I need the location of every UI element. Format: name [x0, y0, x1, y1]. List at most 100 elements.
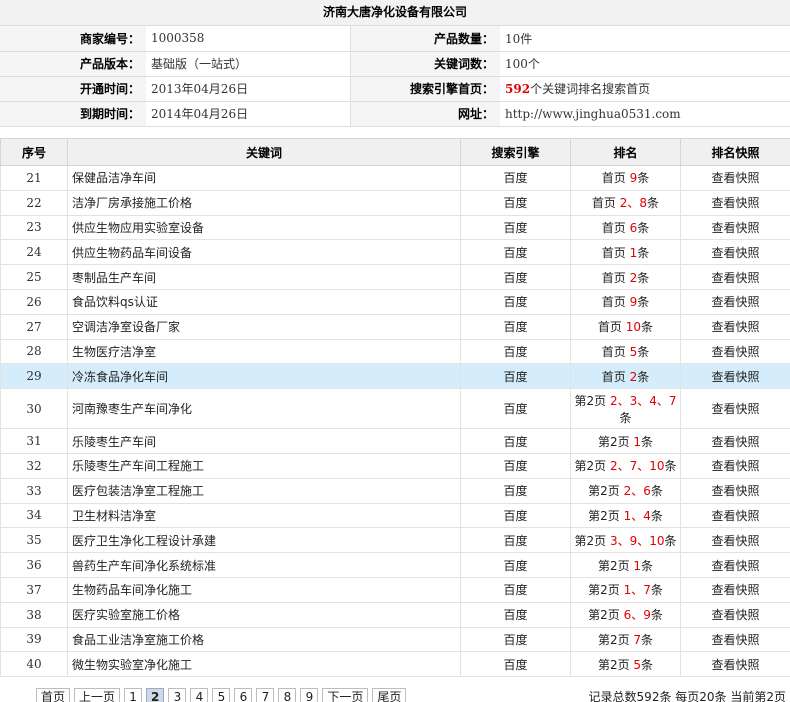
row-engine: 百度 [460, 388, 571, 430]
view-snapshot-link[interactable]: 查看快照 [680, 363, 790, 390]
view-snapshot-link[interactable]: 查看快照 [680, 313, 790, 340]
row-keyword: 食品工业洁净室施工价格 [67, 626, 461, 653]
rank-page: 首页 [601, 295, 626, 310]
row-number: 31 [0, 428, 68, 454]
pager-page-9[interactable]: 9 [300, 688, 319, 702]
row-number: 30 [0, 388, 68, 430]
info-row: 商家编号： 1000358 产品数量： 10件 [0, 26, 790, 52]
rank-positions: 1、4 [623, 508, 651, 523]
row-engine: 百度 [460, 288, 571, 315]
view-snapshot-link[interactable]: 查看快照 [680, 214, 790, 241]
view-snapshot-link[interactable]: 查看快照 [680, 189, 790, 216]
rank-positions: 6、9 [623, 608, 651, 623]
rank-unit: 条 [637, 344, 650, 359]
view-snapshot-link[interactable]: 查看快照 [680, 477, 790, 504]
row-engine: 百度 [460, 189, 571, 216]
pager-next-button[interactable]: 下一页 [322, 688, 369, 702]
rank-page: 第2页 [597, 434, 630, 449]
row-number: 29 [0, 363, 68, 390]
row-engine: 百度 [460, 527, 571, 554]
row-number: 28 [0, 338, 68, 365]
view-snapshot-link[interactable]: 查看快照 [680, 552, 790, 578]
table-row: 27 空调洁净室设备厂家 百度 首页 10条 查看快照 [0, 313, 790, 340]
row-rank: 第2页 5条 [570, 651, 681, 678]
row-engine: 百度 [460, 601, 571, 628]
view-snapshot-link[interactable]: 查看快照 [680, 452, 790, 479]
row-rank: 第2页 6、9条 [570, 601, 681, 628]
view-snapshot-link[interactable]: 查看快照 [680, 288, 790, 315]
view-snapshot-link[interactable]: 查看快照 [680, 502, 790, 529]
row-engine: 百度 [460, 338, 571, 365]
row-rank: 第2页 1条 [570, 552, 681, 578]
pager-page-2-current[interactable]: 2 [146, 688, 165, 702]
table-row: 26 食品饮料qs认证 百度 首页 9条 查看快照 [0, 288, 790, 315]
rank-unit: 条 [664, 533, 677, 548]
view-snapshot-link[interactable]: 查看快照 [680, 651, 790, 678]
merchant-id-label: 商家编号： [0, 26, 146, 52]
row-number: 39 [0, 626, 68, 653]
pager-page-3[interactable]: 3 [168, 688, 187, 702]
row-number: 27 [0, 313, 68, 340]
rank-page: 第2页 [588, 583, 620, 598]
row-engine: 百度 [460, 165, 571, 191]
view-snapshot-link[interactable]: 查看快照 [680, 165, 790, 191]
rank-positions: 10 [625, 320, 642, 335]
row-engine: 百度 [460, 264, 571, 290]
merchant-info-table: 商家编号： 1000358 产品数量： 10件 产品版本： 基础版（一站式） 关… [0, 26, 790, 127]
table-row: 40 微生物实验室净化施工 百度 第2页 5条 查看快照 [0, 651, 790, 678]
pager-page-7[interactable]: 7 [256, 688, 275, 702]
rank-unit: 条 [641, 632, 654, 647]
rank-unit: 条 [650, 608, 663, 623]
view-snapshot-link[interactable]: 查看快照 [680, 527, 790, 554]
row-rank: 首页 1条 [570, 239, 681, 266]
pager-page-8[interactable]: 8 [278, 688, 297, 702]
header-no: 序号 [0, 138, 68, 166]
expire-label: 到期时间： [0, 101, 146, 127]
pager-page-4[interactable]: 4 [190, 688, 209, 702]
pager-prev-button[interactable]: 上一页 [74, 688, 121, 702]
keyword-ranking-table: 序号 关键词 搜索引擎 排名 排名快照 21 保健品洁净车间 百度 首页 9条 查看快照… [0, 138, 790, 678]
row-number: 34 [0, 502, 68, 529]
rank-unit: 条 [637, 245, 650, 260]
header-snapshot: 排名快照 [680, 138, 790, 166]
row-rank: 首页 2条 [570, 264, 681, 290]
row-keyword: 乐陵枣生产车间工程施工 [67, 452, 461, 479]
row-number: 21 [0, 165, 68, 191]
engine-home-text: 个关键词排名搜索首页 [530, 82, 651, 96]
rank-unit: 条 [641, 657, 654, 672]
pager-last-button[interactable]: 尾页 [372, 688, 407, 702]
rank-unit: 条 [647, 196, 660, 211]
row-keyword: 生物医疗洁净室 [67, 338, 461, 365]
pager-page-5[interactable]: 5 [212, 688, 231, 702]
pager-page-1[interactable]: 1 [124, 688, 143, 702]
view-snapshot-link[interactable]: 查看快照 [680, 576, 790, 603]
engine-home-label: 搜索引擎首页： [350, 76, 500, 102]
view-snapshot-link[interactable]: 查看快照 [680, 388, 790, 430]
site-link[interactable]: http://www.jinghua0531.com [500, 101, 790, 127]
rank-positions: 3、9、10 [609, 533, 665, 548]
rank-page: 第2页 [597, 657, 630, 672]
row-number: 40 [0, 651, 68, 678]
row-keyword: 保健品洁净车间 [67, 165, 461, 191]
rank-page: 首页 [591, 196, 616, 211]
view-snapshot-link[interactable]: 查看快照 [680, 264, 790, 290]
row-engine: 百度 [460, 651, 571, 678]
rank-page: 首页 [601, 220, 626, 235]
pager-first-button[interactable]: 首页 [36, 688, 71, 702]
view-snapshot-link[interactable]: 查看快照 [680, 626, 790, 653]
view-snapshot-link[interactable]: 查看快照 [680, 239, 790, 266]
row-rank: 首页 9条 [570, 288, 681, 315]
row-number: 32 [0, 452, 68, 479]
view-snapshot-link[interactable]: 查看快照 [680, 601, 790, 628]
table-row: 24 供应生物药品车间设备 百度 首页 1条 查看快照 [0, 239, 790, 266]
pager-page-6[interactable]: 6 [234, 688, 253, 702]
table-row: 29 冷冻食品净化车间 百度 首页 2条 查看快照 [0, 363, 790, 390]
row-keyword: 供应生物应用实验室设备 [67, 214, 461, 241]
view-snapshot-link[interactable]: 查看快照 [680, 428, 790, 454]
rank-positions: 2、6 [623, 484, 651, 499]
row-keyword: 卫生材料洁净室 [67, 502, 461, 529]
row-keyword: 医疗卫生净化工程设计承建 [67, 527, 461, 554]
view-snapshot-link[interactable]: 查看快照 [680, 338, 790, 365]
row-rank: 首页 6条 [570, 214, 681, 241]
row-rank: 第2页 1条 [570, 428, 681, 454]
